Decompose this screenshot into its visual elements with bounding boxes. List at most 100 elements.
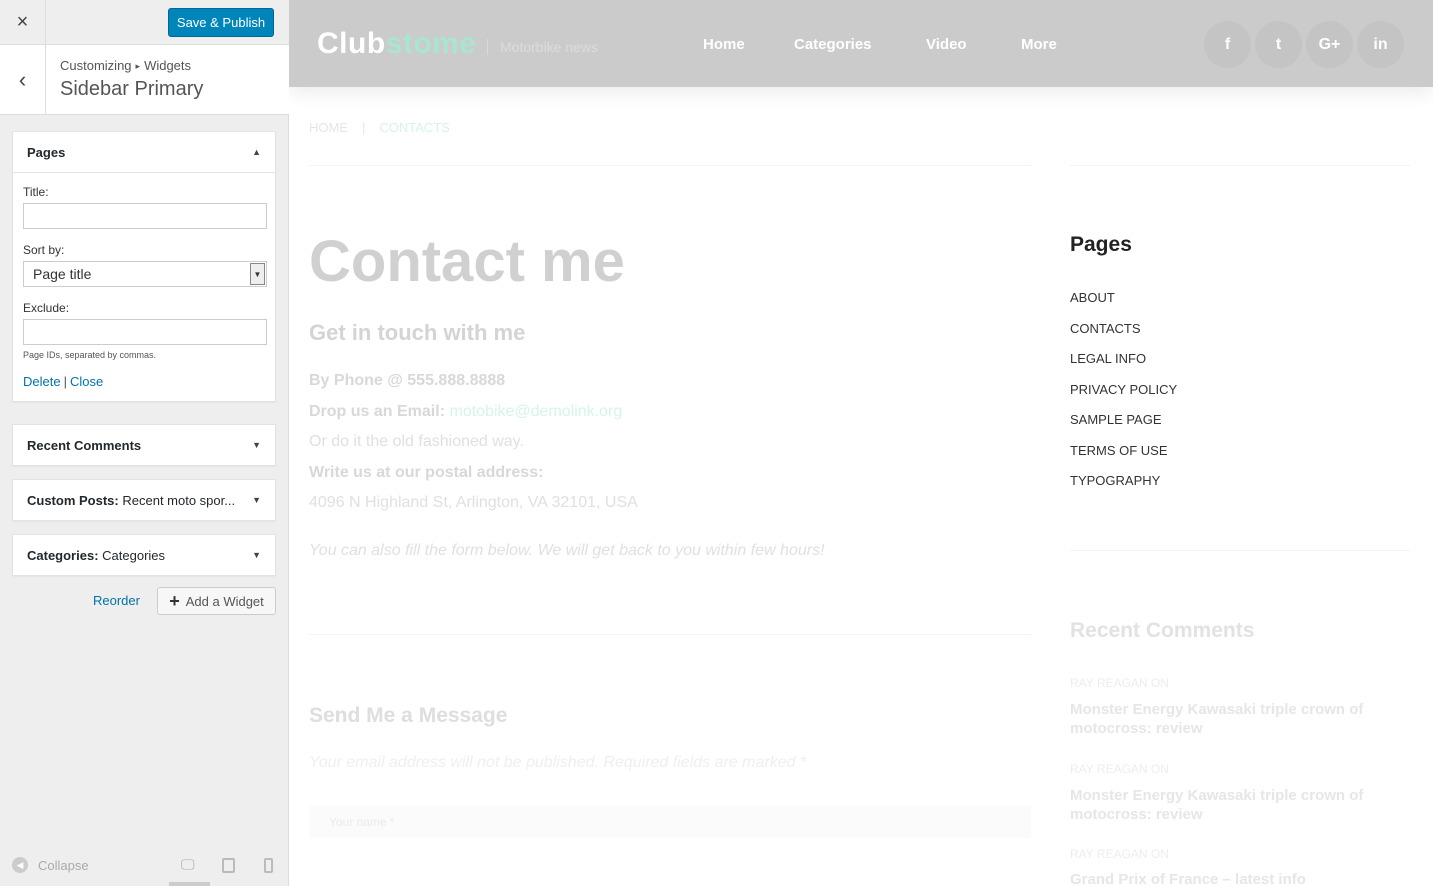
section-header: ‹ Customizing ▸ Widgets Sidebar Primary bbox=[0, 45, 289, 115]
page-link-sample-page[interactable]: SAMPLE PAGE bbox=[1070, 412, 1162, 427]
divider bbox=[1070, 550, 1410, 551]
comment-author: RAY REAGAN ON bbox=[1070, 676, 1169, 690]
desktop-icon[interactable]: 🖵 bbox=[181, 856, 195, 873]
widget-subtitle: Recent moto spor... bbox=[122, 492, 236, 508]
reorder-link[interactable]: Reorder bbox=[93, 593, 140, 608]
close-link[interactable]: Close bbox=[70, 374, 103, 389]
postal-line: Write us at our postal address: bbox=[309, 464, 543, 482]
save-publish-button[interactable]: Save & Publish bbox=[168, 8, 274, 37]
recent-comments-title: Recent Comments bbox=[1070, 619, 1255, 642]
widget-pages: Pages ▲ Title: Sort by: Page title ▼ Exc… bbox=[12, 131, 276, 402]
logo-text-1: Club bbox=[317, 27, 386, 60]
name-input[interactable]: Your name * bbox=[309, 806, 1031, 838]
page-link-privacy-policy[interactable]: PRIVACY POLICY bbox=[1070, 382, 1177, 397]
widget-recent-comments-header[interactable]: Recent Comments ▼ bbox=[13, 425, 275, 465]
add-widget-button[interactable]: + Add a Widget bbox=[157, 587, 276, 615]
widget-custom-posts-header[interactable]: Custom Posts: Recent moto spor... ▼ bbox=[13, 480, 275, 520]
comment-post-link[interactable]: Monster Energy Kawasaki triple crown of … bbox=[1070, 700, 1410, 738]
old-fashioned-line: Or do it the old fashioned way. bbox=[309, 433, 524, 450]
linkedin-icon[interactable]: in bbox=[1357, 21, 1404, 68]
twitter-icon[interactable]: t bbox=[1255, 21, 1302, 68]
send-message-title: Send Me a Message bbox=[309, 704, 508, 727]
close-customizer-button[interactable]: × bbox=[0, 0, 46, 45]
divider bbox=[1070, 165, 1410, 166]
widget-title: Custom Posts: bbox=[27, 492, 119, 508]
breadcrumb-root: Customizing bbox=[60, 58, 132, 73]
divider bbox=[309, 165, 1031, 166]
google-plus-icon[interactable]: G+ bbox=[1306, 21, 1353, 68]
customizer-header: × Save & Publish bbox=[0, 0, 289, 45]
close-icon: × bbox=[16, 11, 29, 33]
page-title: Contact me bbox=[309, 229, 625, 294]
breadcrumb-current: CONTACTS bbox=[379, 120, 450, 135]
page-link-contacts[interactable]: CONTACTS bbox=[1070, 321, 1141, 336]
comment-post-link[interactable]: Grand Prix of France – latest info bbox=[1070, 870, 1410, 886]
postal-label: Write us at our postal address: bbox=[309, 464, 544, 481]
breadcrumb-current: Widgets bbox=[144, 58, 192, 73]
sidebar-pages-title: Pages bbox=[1070, 233, 1132, 256]
exclude-input[interactable] bbox=[23, 319, 267, 345]
chevron-left-icon: ‹ bbox=[18, 66, 27, 92]
required-note: Your email address will not be published… bbox=[309, 754, 807, 771]
actions-divider: | bbox=[63, 374, 67, 389]
widget-custom-posts[interactable]: Custom Posts: Recent moto spor... ▼ bbox=[12, 479, 276, 521]
nav-home[interactable]: Home bbox=[703, 36, 745, 53]
tablet-icon[interactable] bbox=[222, 858, 235, 873]
email-line: Drop us an Email: motobike@demolink.org bbox=[309, 403, 622, 421]
breadcrumb-pipe: | bbox=[362, 120, 366, 135]
breadcrumb-home[interactable]: HOME bbox=[309, 120, 348, 135]
arrow-down-icon[interactable]: ▼ bbox=[252, 440, 261, 450]
widget-actions: Delete | Close bbox=[23, 374, 265, 389]
phone-text: By Phone @ 555.888.8888 bbox=[309, 372, 506, 389]
mobile-icon[interactable] bbox=[264, 858, 273, 873]
widget-pages-header[interactable]: Pages ▲ bbox=[13, 132, 275, 172]
widget-recent-comments[interactable]: Recent Comments ▼ bbox=[12, 424, 276, 466]
divider bbox=[309, 634, 1031, 635]
active-device-indicator bbox=[169, 882, 210, 886]
collapse-label[interactable]: Collapse bbox=[38, 858, 89, 873]
back-button[interactable]: ‹ bbox=[0, 45, 46, 114]
arrow-up-icon[interactable]: ▲ bbox=[252, 147, 261, 157]
page-link-terms-of-use[interactable]: TERMS OF USE bbox=[1070, 443, 1168, 458]
site-logo[interactable]: Clubstome bbox=[317, 27, 477, 61]
nav-video[interactable]: Video bbox=[926, 36, 967, 53]
site-preview: Clubstome Motorbike news Home Categories… bbox=[289, 0, 1433, 886]
form-note: You can also fill the form below. We wil… bbox=[309, 542, 825, 559]
breadcrumb-separator-icon: ▸ bbox=[135, 61, 141, 71]
email-link[interactable]: motobike@demolink.org bbox=[449, 403, 622, 420]
section-title: Sidebar Primary bbox=[60, 78, 204, 100]
widget-title: Recent Comments bbox=[27, 437, 142, 453]
collapse-icon[interactable]: ◀ bbox=[12, 857, 28, 873]
add-widget-label: Add a Widget bbox=[185, 593, 264, 609]
delete-link[interactable]: Delete bbox=[23, 374, 61, 389]
page-link-about[interactable]: ABOUT bbox=[1070, 290, 1115, 305]
title-input[interactable] bbox=[23, 203, 267, 229]
sort-select[interactable]: Page title ▼ bbox=[23, 261, 267, 287]
sort-label: Sort by: bbox=[23, 243, 65, 257]
address-line: 4096 N Highland St, Arlington, VA 32101,… bbox=[309, 494, 638, 511]
title-label: Title: bbox=[23, 185, 49, 199]
arrow-down-icon[interactable]: ▼ bbox=[252, 495, 261, 505]
phone-line: By Phone @ 555.888.8888 bbox=[309, 372, 505, 390]
comment-post-link[interactable]: Monster Energy Kawasaki triple crown of … bbox=[1070, 786, 1410, 824]
email-label: Drop us an Email: bbox=[309, 403, 446, 420]
arrow-down-icon[interactable]: ▼ bbox=[252, 550, 261, 560]
facebook-icon[interactable]: f bbox=[1204, 21, 1251, 68]
chevron-down-icon[interactable]: ▼ bbox=[250, 263, 265, 285]
plus-icon: + bbox=[169, 590, 180, 611]
site-tagline: Motorbike news bbox=[487, 39, 598, 55]
page-subtitle: Get in touch with me bbox=[309, 320, 526, 345]
customizer-panel: × Save & Publish ‹ Customizing ▸ Widgets S… bbox=[0, 0, 289, 886]
nav-categories[interactable]: Categories bbox=[794, 36, 872, 53]
widget-categories[interactable]: Categories: Categories ▼ bbox=[12, 534, 276, 576]
page-link-legal-info[interactable]: LEGAL INFO bbox=[1070, 351, 1146, 366]
site-header: Clubstome Motorbike news Home Categories… bbox=[289, 0, 1433, 87]
sort-select-value: Page title bbox=[33, 266, 92, 282]
nav-more[interactable]: More bbox=[1021, 36, 1057, 53]
logo-text-2: stome bbox=[385, 27, 477, 60]
customizer-footer: ◀ Collapse 🖵 bbox=[0, 844, 289, 886]
widget-categories-header[interactable]: Categories: Categories ▼ bbox=[13, 535, 275, 575]
page-link-typography[interactable]: TYPOGRAPHY bbox=[1070, 473, 1160, 488]
exclude-hint: Page IDs, separated by commas. bbox=[23, 350, 157, 360]
widget-subtitle: Categories bbox=[102, 547, 166, 563]
